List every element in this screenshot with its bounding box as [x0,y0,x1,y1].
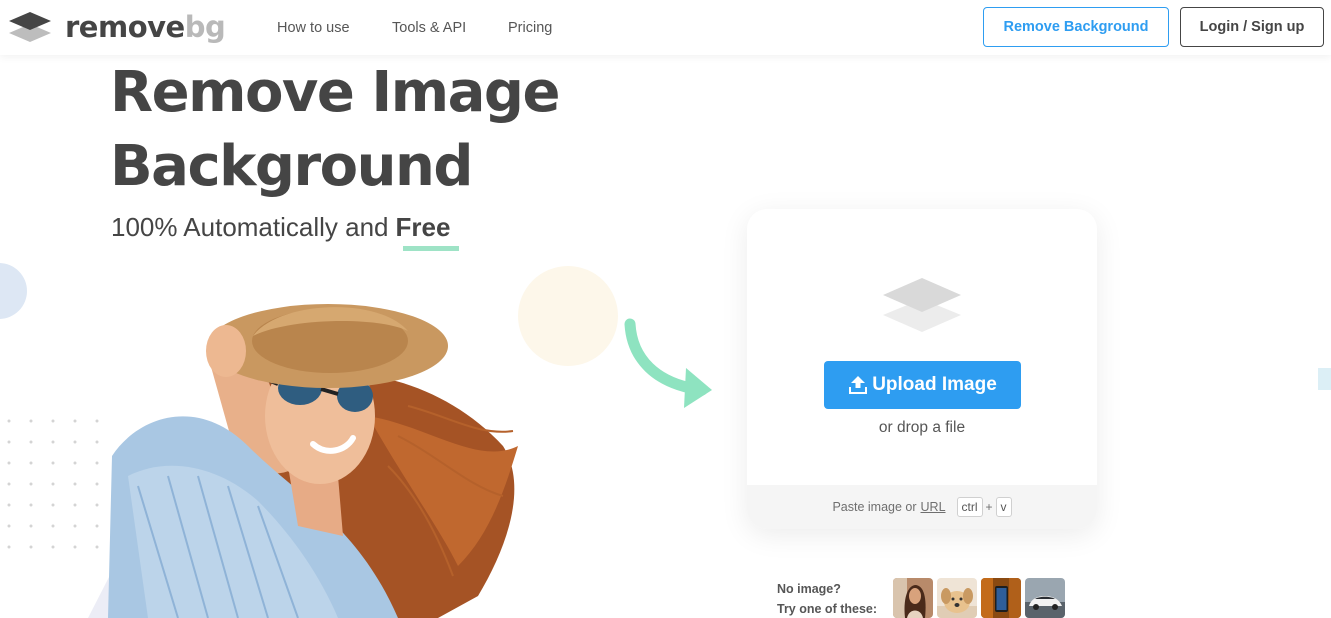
sample-thumb-phone[interactable] [981,578,1021,618]
decorative-peach-circle [518,266,618,366]
sample-dog-image [937,578,977,618]
upload-image-button[interactable]: Upload Image [824,361,1021,409]
logo-layers-icon [9,12,51,42]
upload-card[interactable]: Upload Image or drop a file Paste image … [747,209,1097,529]
key-ctrl: ctrl [956,497,983,517]
decorative-blue-square [1318,368,1331,390]
hero-subtitle: 100% Automatically and Free [111,212,450,243]
sample-thumb-car[interactable] [1025,578,1065,618]
remove-background-button[interactable]: Remove Background [983,7,1169,47]
nav-how-to-use[interactable]: How to use [277,0,350,55]
sample-phone-image [981,578,1021,618]
free-underline-decoration [403,246,459,251]
layers-icon [883,278,961,332]
hero-title-line-2: Background [110,134,473,199]
hero-title-line-1: Remove Image [110,60,560,125]
subtitle-free: Free [395,212,451,242]
upload-icon [849,376,868,394]
logo-word-remove: remove [65,10,185,44]
hero-woman-photo [108,304,518,618]
sample-thumb-woman[interactable] [893,578,933,618]
drop-file-text: or drop a file [878,419,966,436]
subtitle-prefix: 100% Automatically and [111,212,389,242]
top-navigation-bar: removebg How to use Tools & API Pricing … [0,0,1331,55]
upload-button-label: Upload Image [872,374,997,395]
sample-images-label: No image? Try one of these: [777,579,877,618]
sample-label-line-2: Try one of these: [777,602,878,616]
logo-word-bg: bg [184,10,226,44]
logo-wordmark: removebg [65,10,226,44]
curved-arrow-icon [624,318,712,408]
hero-title: Remove Image Background [110,56,670,204]
sample-car-image [1025,578,1065,618]
paste-url-link[interactable]: URL [921,500,946,514]
sample-label-line-1: No image? [777,582,841,596]
nav-tools-api[interactable]: Tools & API [392,0,466,55]
key-plus: + [985,500,993,514]
nav-pricing[interactable]: Pricing [508,0,552,55]
login-signup-button[interactable]: Login / Sign up [1180,7,1324,47]
paste-text: Paste image or [832,500,917,514]
sample-woman-image [893,578,933,618]
paste-bar: Paste image or URL ctrl + v [747,485,1097,529]
sample-thumb-dog[interactable] [937,578,977,618]
key-v: v [995,497,1012,517]
decorative-blue-circle [0,263,27,319]
removebg-logo[interactable]: removebg [8,10,226,44]
